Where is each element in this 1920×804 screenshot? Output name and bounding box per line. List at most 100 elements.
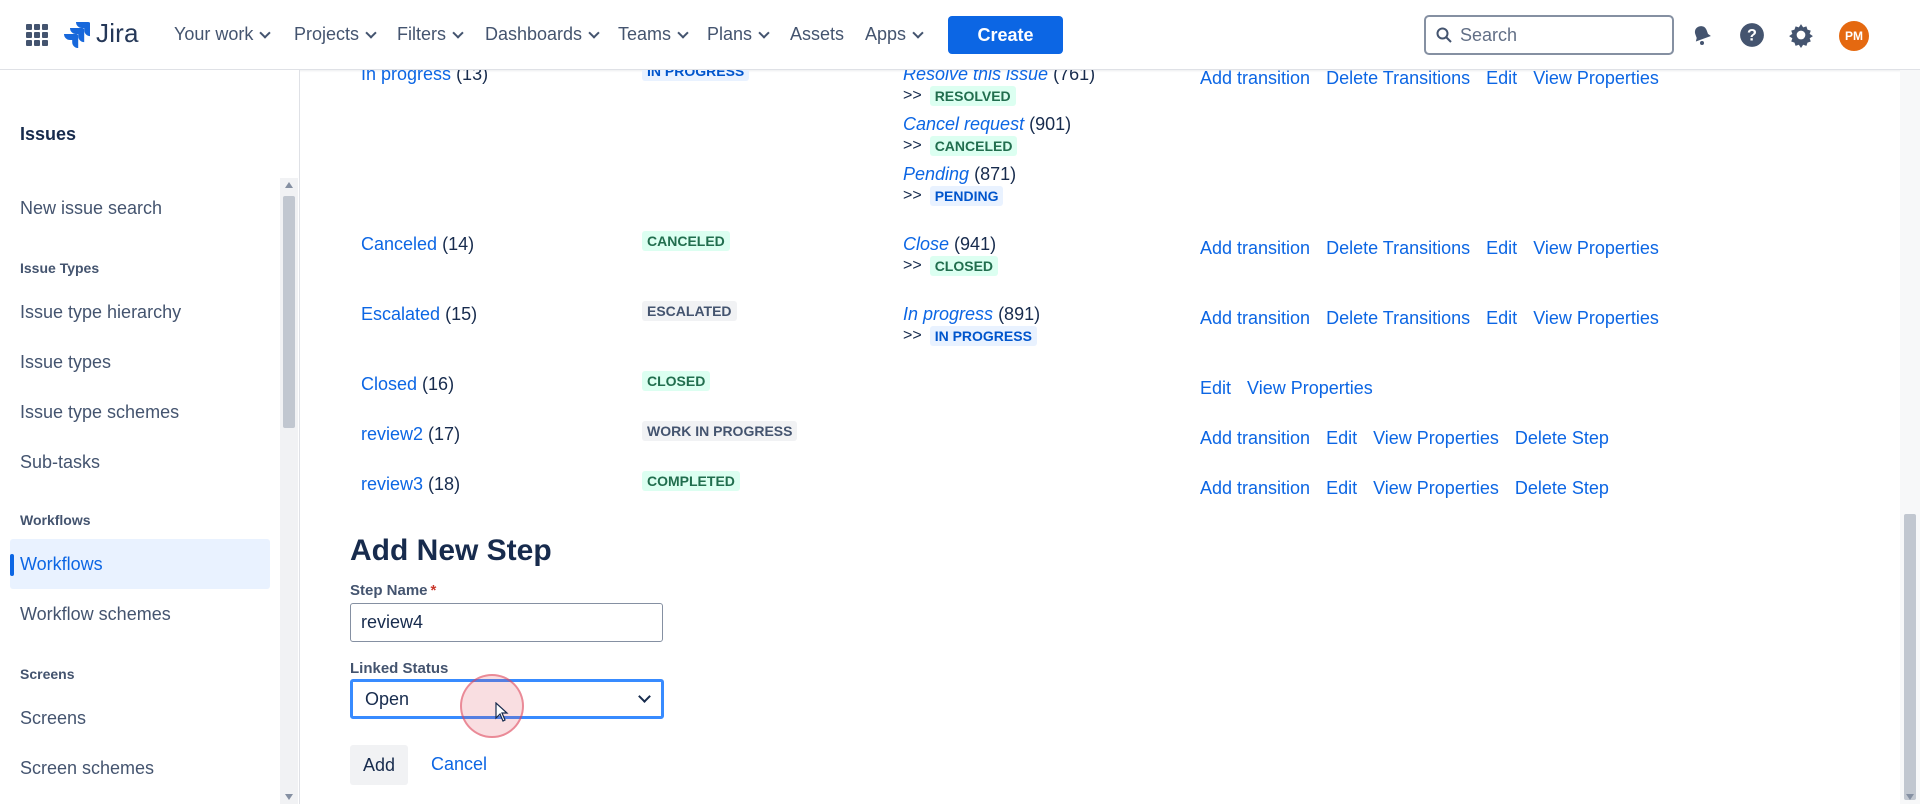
sidebar-item-issue-type-hierarchy[interactable]: Issue type hierarchy xyxy=(20,302,181,323)
nav-dashboards[interactable]: Dashboards xyxy=(485,24,600,45)
notifications-icon[interactable] xyxy=(1687,20,1717,50)
delete-step-link[interactable]: Delete Step xyxy=(1515,428,1609,448)
step-operations: Add transition Delete Transitions Edit View… xyxy=(1200,308,1675,329)
view-properties-link[interactable]: View Properties xyxy=(1533,308,1659,328)
page-scrollbar[interactable] xyxy=(1900,70,1920,804)
status-lozenge: CLOSED xyxy=(642,371,711,391)
create-button[interactable]: Create xyxy=(948,16,1063,54)
transition-link[interactable]: Pending xyxy=(903,164,969,184)
jira-logo[interactable]: Jira xyxy=(64,18,139,49)
nav-apps[interactable]: Apps xyxy=(865,24,924,45)
view-properties-link[interactable]: View Properties xyxy=(1373,478,1499,498)
add-button[interactable]: Add xyxy=(350,745,408,785)
edit-link[interactable]: Edit xyxy=(1486,308,1517,328)
view-properties-link[interactable]: View Properties xyxy=(1533,70,1659,88)
step-link[interactable]: In progress xyxy=(361,70,451,84)
edit-link[interactable]: Edit xyxy=(1486,70,1517,88)
step-name[interactable]: Escalated (15) xyxy=(361,304,477,325)
help-icon[interactable]: ? xyxy=(1737,20,1767,50)
scroll-down-arrow-icon[interactable] xyxy=(285,794,293,800)
step-name[interactable]: review3 (18) xyxy=(361,474,460,495)
delete-transitions-link[interactable]: Delete Transitions xyxy=(1326,70,1470,88)
nav-plans[interactable]: Plans xyxy=(707,24,770,45)
sidebar-item-workflow-schemes[interactable]: Workflow schemes xyxy=(20,604,171,625)
edit-link[interactable]: Edit xyxy=(1326,478,1357,498)
transition[interactable]: Pending (871) xyxy=(903,164,1016,185)
chevron-down-icon xyxy=(912,26,924,39)
step-link[interactable]: Escalated xyxy=(361,304,440,324)
nav-projects[interactable]: Projects xyxy=(294,24,377,45)
transition-id: (901) xyxy=(1029,114,1072,134)
nav-label: Plans xyxy=(707,24,753,44)
delete-transitions-link[interactable]: Delete Transitions xyxy=(1326,308,1470,328)
transition-link[interactable]: Cancel request xyxy=(903,114,1024,134)
transition[interactable]: Close (941) xyxy=(903,234,996,255)
step-name[interactable]: In progress (13) xyxy=(361,70,488,85)
add-transition-link[interactable]: Add transition xyxy=(1200,478,1310,498)
chevron-down-icon xyxy=(365,26,377,39)
sidebar-scrollbar[interactable] xyxy=(280,178,298,804)
page-scrollbar-thumb[interactable] xyxy=(1904,514,1916,800)
status-lozenge: CANCELED xyxy=(929,136,1018,156)
step-link[interactable]: Closed xyxy=(361,374,417,394)
sidebar-item-screens[interactable]: Screens xyxy=(20,708,86,729)
view-properties-link[interactable]: View Properties xyxy=(1533,238,1659,258)
workflow-steps-content: In progress (13) IN PROGRESS Resolve thi… xyxy=(300,70,1900,804)
settings-icon[interactable] xyxy=(1786,20,1816,50)
step-name-label-text: Step Name xyxy=(350,582,428,599)
step-name[interactable]: Canceled (14) xyxy=(361,234,474,255)
transition[interactable]: Cancel request (901) xyxy=(903,114,1071,135)
search-input[interactable]: Search xyxy=(1424,15,1674,55)
nav-label: Apps xyxy=(865,24,907,44)
transition-target: >> CLOSED xyxy=(903,256,999,276)
avatar[interactable]: PM xyxy=(1839,21,1869,51)
step-operations: Add transition Delete Transitions Edit View… xyxy=(1200,70,1675,89)
step-name[interactable]: review2 (17) xyxy=(361,424,460,445)
sidebar-item-issue-types[interactable]: Issue types xyxy=(20,352,111,373)
edit-link[interactable]: Edit xyxy=(1326,428,1357,448)
sidebar-item-issue-type-schemes[interactable]: Issue type schemes xyxy=(20,402,179,423)
sidebar-scrollbar-thumb[interactable] xyxy=(283,196,295,428)
add-transition-link[interactable]: Add transition xyxy=(1200,308,1310,328)
add-transition-link[interactable]: Add transition xyxy=(1200,428,1310,448)
scroll-down-arrow-icon[interactable] xyxy=(1906,794,1914,800)
cancel-link[interactable]: Cancel xyxy=(431,754,487,775)
nav-assets[interactable]: Assets xyxy=(790,24,844,45)
step-operations: Add transition Edit View Properties Delete … xyxy=(1200,478,1625,499)
transition[interactable]: In progress (891) xyxy=(903,304,1040,325)
edit-link[interactable]: Edit xyxy=(1200,378,1231,398)
sidebar-item-sub-tasks[interactable]: Sub-tasks xyxy=(20,452,100,473)
nav-your-work[interactable]: Your work xyxy=(174,24,272,45)
transition-link[interactable]: Close xyxy=(903,234,949,254)
mouse-cursor-icon xyxy=(495,702,509,722)
transition-link[interactable]: In progress xyxy=(903,304,993,324)
delete-step-link[interactable]: Delete Step xyxy=(1515,478,1609,498)
scroll-up-arrow-icon[interactable] xyxy=(285,182,293,188)
step-link[interactable]: review3 xyxy=(361,474,423,494)
step-name-label: Step Name * xyxy=(350,582,436,599)
view-properties-link[interactable]: View Properties xyxy=(1373,428,1499,448)
sidebar-item-workflows[interactable]: Workflows xyxy=(20,554,103,575)
sidebar-item-new-issue-search[interactable]: New issue search xyxy=(20,198,162,219)
edit-link[interactable]: Edit xyxy=(1486,238,1517,258)
step-operations: Add transition Delete Transitions Edit View… xyxy=(1200,238,1675,259)
step-name[interactable]: Closed (16) xyxy=(361,374,454,395)
step-link[interactable]: review2 xyxy=(361,424,423,444)
transition-target: >> IN PROGRESS xyxy=(903,326,1037,346)
add-new-step-heading: Add New Step xyxy=(350,534,552,567)
transition-link[interactable]: Resolve this issue xyxy=(903,70,1048,84)
step-link[interactable]: Canceled xyxy=(361,234,437,254)
add-transition-link[interactable]: Add transition xyxy=(1200,70,1310,88)
nav-teams[interactable]: Teams xyxy=(618,24,689,45)
add-transition-link[interactable]: Add transition xyxy=(1200,238,1310,258)
delete-transitions-link[interactable]: Delete Transitions xyxy=(1326,238,1470,258)
nav-filters[interactable]: Filters xyxy=(397,24,464,45)
sidebar-title: Issues xyxy=(20,124,77,144)
chevron-down-icon xyxy=(677,26,689,39)
sidebar-item-screen-schemes[interactable]: Screen schemes xyxy=(20,758,154,779)
step-name-field[interactable]: review4 xyxy=(350,603,663,642)
view-properties-link[interactable]: View Properties xyxy=(1247,378,1373,398)
transition[interactable]: Resolve this issue (761) xyxy=(903,70,1095,85)
sidebar-heading-workflows: Workflows xyxy=(20,512,91,528)
app-switcher-icon[interactable] xyxy=(26,24,48,46)
